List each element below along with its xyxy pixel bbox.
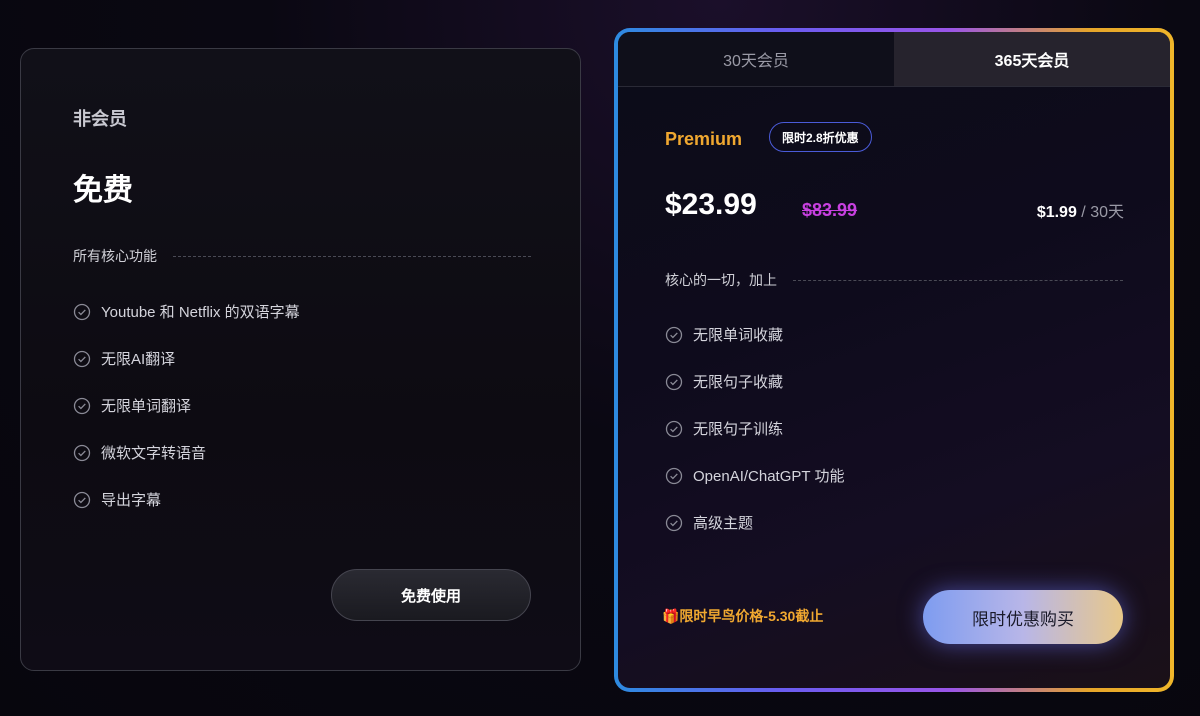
check-circle-icon [665,420,683,437]
premium-features-title: 核心的一切，加上 [665,272,777,288]
check-circle-icon [73,444,91,461]
feature-label: 无限句子训练 [693,421,784,438]
premium-plan-card: 30天会员 365天会员 Premium 限时2.8折优惠 $23.99 $83… [618,32,1170,688]
feature-item: 无限AI翻译 [73,335,300,382]
check-circle-icon [73,491,91,508]
divider [793,279,1123,281]
feature-item: 高级主题 [665,499,844,546]
check-circle-icon [665,373,683,390]
feature-item: 无限句子训练 [665,405,844,452]
check-circle-icon [73,350,91,367]
premium-plan-name: Premium [665,129,743,149]
premium-price: $23.99 [665,188,757,221]
feature-item: Youtube 和 Netflix 的双语字幕 [73,288,300,335]
tab-30-days[interactable]: 30天会员 [618,32,894,86]
premium-features-heading: 核心的一切，加上 [665,270,1123,290]
free-features-title: 所有核心功能 [73,248,157,264]
free-plan-price: 免费 [73,174,133,207]
original-price: $83.99 [802,200,858,220]
feature-item: 导出字幕 [73,476,300,523]
premium-feature-list: 无限单词收藏 无限句子收藏 无限句子训练 OpenAI/ChatGPT 功能 高… [665,311,844,546]
feature-label: 导出字幕 [101,492,162,509]
discount-badge: 限时2.8折优惠 [769,122,872,152]
check-circle-icon [665,467,683,484]
monthly-period: / 30天 [1076,204,1124,221]
feature-item: 微软文字转语音 [73,429,300,476]
premium-plan-card-border: 30天会员 365天会员 Premium 限时2.8折优惠 $23.99 $83… [614,28,1174,692]
feature-item: 无限单词收藏 [665,311,844,358]
buy-button[interactable]: 限时优惠购买 [923,590,1123,644]
free-features-heading: 所有核心功能 [73,246,531,266]
feature-item: 无限单词翻译 [73,382,300,429]
feature-label: 无限单词翻译 [101,398,192,415]
early-bird-promo: 🎁限时早鸟价格-5.30截止 [662,608,824,624]
divider [173,255,531,257]
feature-label: 无限单词收藏 [693,327,784,344]
plan-duration-tabs: 30天会员 365天会员 [618,32,1170,87]
feature-item: OpenAI/ChatGPT 功能 [665,452,844,499]
feature-label: 微软文字转语音 [101,445,207,462]
monthly-amount: $1.99 [1036,204,1077,221]
feature-item: 无限句子收藏 [665,358,844,405]
free-feature-list: Youtube 和 Netflix 的双语字幕 无限AI翻译 无限单词翻译 微软… [73,288,300,523]
feature-label: Youtube 和 Netflix 的双语字幕 [101,304,300,321]
check-circle-icon [665,514,683,531]
monthly-price: $1.99 / 30天 [1037,198,1124,222]
check-circle-icon [665,326,683,343]
feature-label: 无限句子收藏 [693,374,784,391]
free-use-button[interactable]: 免费使用 [331,569,531,621]
feature-label: 高级主题 [693,515,754,532]
check-circle-icon [73,397,91,414]
check-circle-icon [73,303,91,320]
feature-label: 无限AI翻译 [101,351,176,368]
feature-label: OpenAI/ChatGPT 功能 [693,468,845,485]
free-plan-card: 非会员 免费 所有核心功能 Youtube 和 Netflix 的双语字幕 无限… [20,48,581,671]
free-plan-name: 非会员 [73,109,127,129]
tab-365-days[interactable]: 365天会员 [894,32,1170,86]
